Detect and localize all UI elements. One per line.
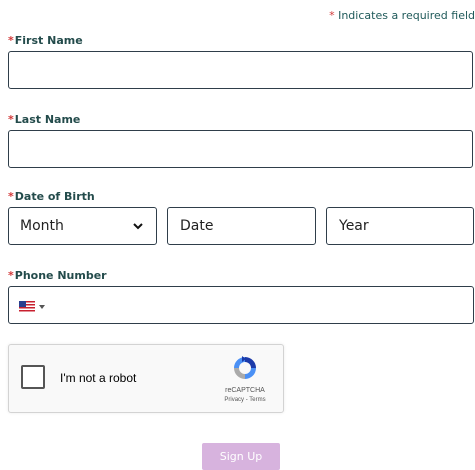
required-star: * <box>8 190 14 203</box>
dob-label-text: Date of Birth <box>14 190 95 203</box>
country-code-selector[interactable] <box>19 301 45 312</box>
required-star: * <box>8 113 14 126</box>
recaptcha-brand: reCAPTCHA <box>225 387 265 394</box>
first-name-label-text: First Name <box>14 34 83 47</box>
month-select[interactable]: Month <box>8 207 157 245</box>
recaptcha-checkbox[interactable] <box>21 365 45 389</box>
caret-down-icon <box>39 304 45 309</box>
phone-label: *Phone Number <box>8 269 107 282</box>
recaptcha-widget: I'm not a robot reCAPTCHA Privacy - Term… <box>8 344 284 413</box>
phone-input[interactable] <box>8 286 474 324</box>
year-input[interactable]: Year <box>326 207 474 245</box>
recaptcha-links: Privacy - Terms <box>209 397 281 403</box>
required-star: * <box>8 269 14 282</box>
phone-label-text: Phone Number <box>14 269 107 282</box>
last-name-input[interactable] <box>8 130 473 168</box>
chevron-down-icon <box>133 223 143 230</box>
recaptcha-label: I'm not a robot <box>60 371 137 385</box>
last-name-label-text: Last Name <box>14 113 81 126</box>
recaptcha-terms-link[interactable]: Terms <box>249 397 265 403</box>
required-star: * <box>8 34 14 47</box>
recaptcha-logo-icon <box>234 356 256 379</box>
date-input[interactable]: Date <box>167 207 316 245</box>
date-placeholder: Date <box>180 218 214 234</box>
month-select-value: Month <box>20 218 64 234</box>
recaptcha-privacy-link[interactable]: Privacy <box>224 397 244 403</box>
first-name-label: *First Name <box>8 34 83 47</box>
year-placeholder: Year <box>339 218 369 234</box>
sign-up-button[interactable]: Sign Up <box>202 443 280 470</box>
first-name-input[interactable] <box>8 51 473 89</box>
us-flag-icon <box>19 301 35 312</box>
dob-label: *Date of Birth <box>8 190 95 203</box>
required-field-note: * Indicates a required field <box>329 9 475 22</box>
required-note-text: Indicates a required field <box>334 9 475 22</box>
last-name-label: *Last Name <box>8 113 80 126</box>
